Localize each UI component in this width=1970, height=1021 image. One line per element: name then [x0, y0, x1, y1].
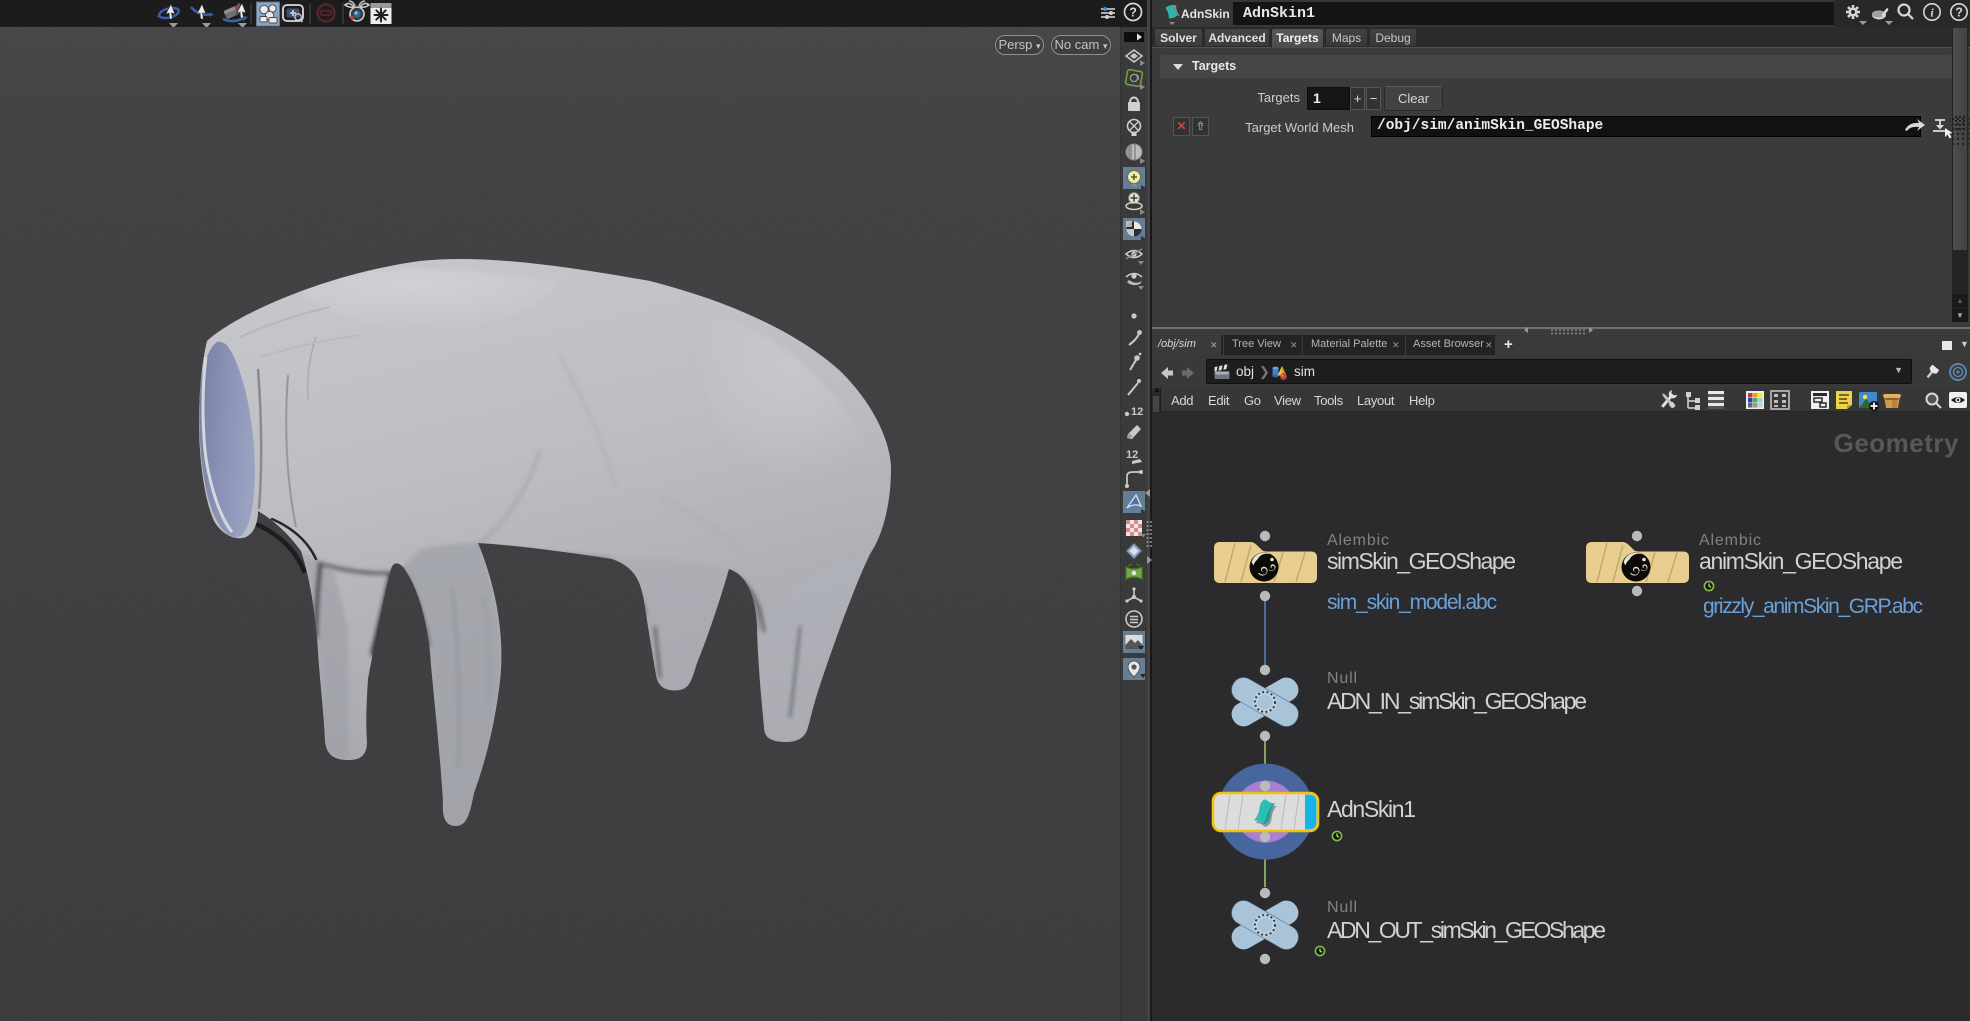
svg-text:grizzly_animSkin_GRP.abc: grizzly_animSkin_GRP.abc: [1703, 595, 1923, 618]
svg-text:?: ?: [1955, 6, 1963, 20]
svg-text:Alembic: Alembic: [1699, 532, 1761, 549]
svg-text:sim_skin_model.abc: sim_skin_model.abc: [1327, 591, 1497, 614]
svg-text:AdnSkin1: AdnSkin1: [1327, 796, 1416, 822]
svg-text:Null: Null: [1327, 670, 1357, 687]
svg-text:12: 12: [1126, 449, 1138, 461]
svg-text:?: ?: [1129, 6, 1137, 20]
svg-text:Null: Null: [1327, 899, 1357, 916]
svg-text:simSkin_GEOShape: simSkin_GEOShape: [1327, 548, 1516, 574]
svg-text:12: 12: [1131, 406, 1143, 418]
svg-text:ADN_OUT_simSkin_GEOShape: ADN_OUT_simSkin_GEOShape: [1327, 917, 1606, 943]
svg-text:animSkin_GEOShape: animSkin_GEOShape: [1699, 548, 1903, 574]
svg-text:Alembic: Alembic: [1327, 532, 1389, 549]
svg-text:i: i: [1930, 6, 1934, 20]
svg-text:ADN_IN_simSkin_GEOShape: ADN_IN_simSkin_GEOShape: [1327, 688, 1587, 714]
